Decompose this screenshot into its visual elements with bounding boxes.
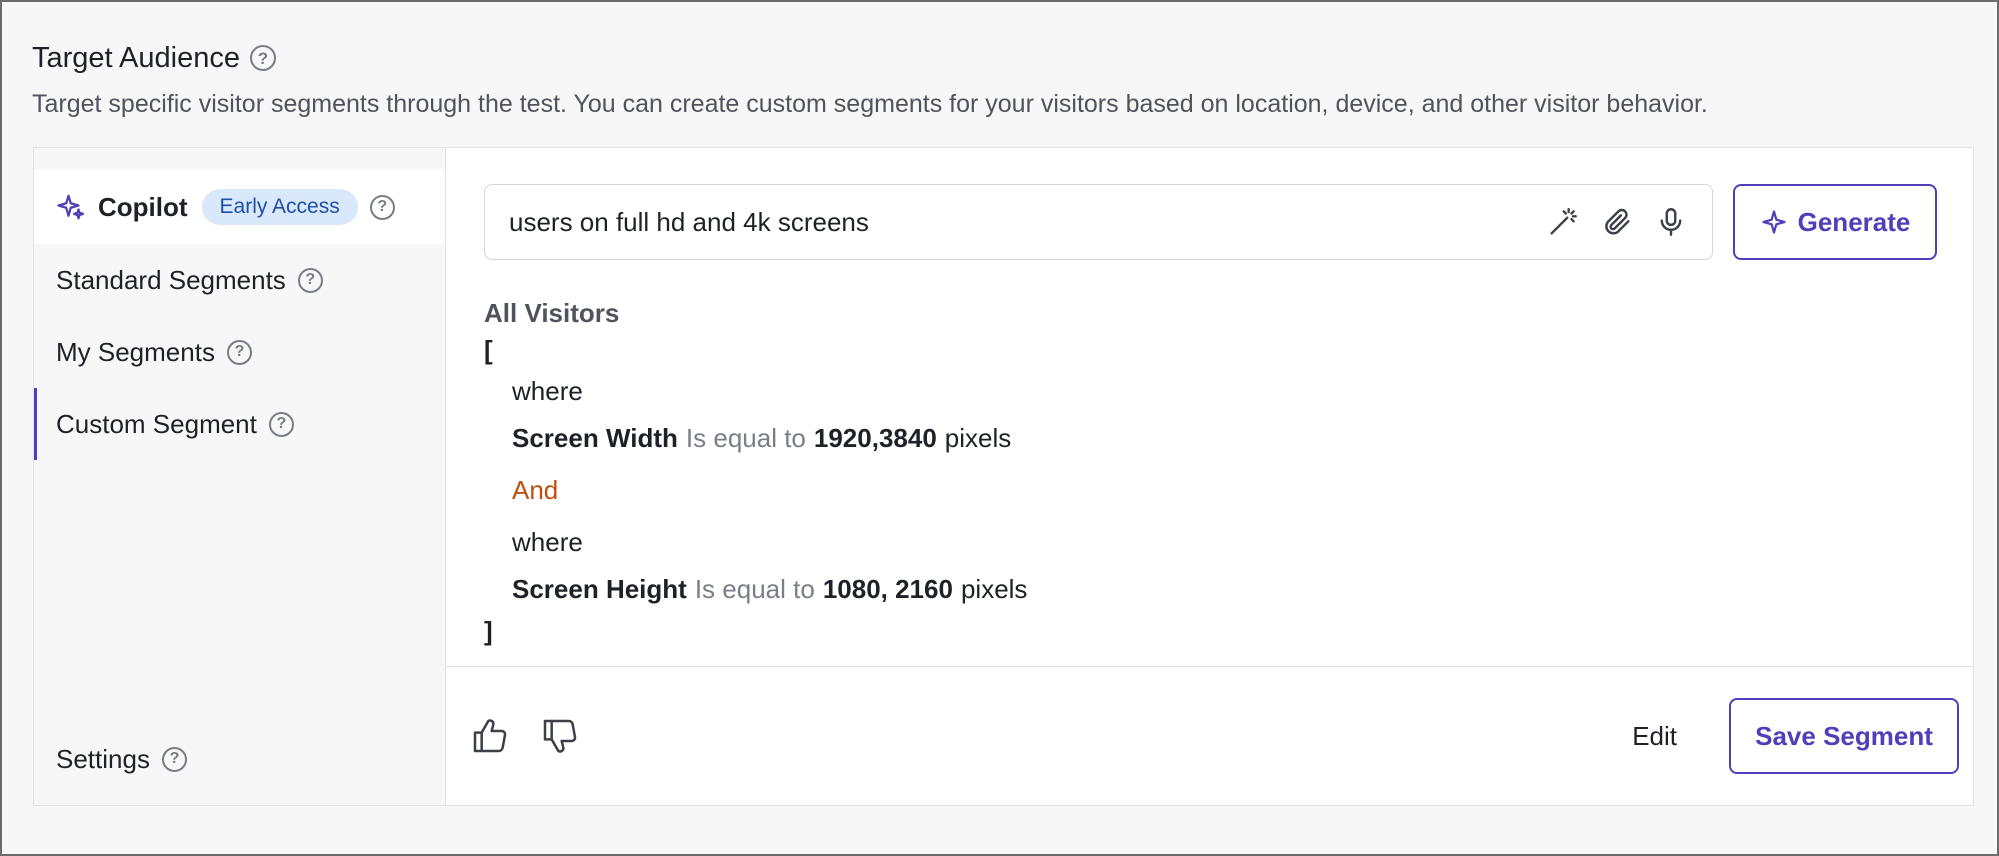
- generate-button[interactable]: Generate: [1733, 184, 1937, 260]
- sparkles-icon: [57, 194, 84, 220]
- audience-panel: Copilot Early Access ? Standard Segments…: [33, 147, 1974, 806]
- sidebar: Copilot Early Access ? Standard Segments…: [34, 148, 446, 805]
- sparkle-icon: [1762, 210, 1786, 234]
- sidebar-item-label: Standard Segments: [56, 264, 286, 295]
- condition-value: 1080, 2160: [822, 574, 953, 604]
- segment-title: All Visitors: [484, 298, 620, 328]
- window-frame: Target Audience ? Target specific visito…: [0, 0, 1999, 856]
- prompt-input[interactable]: [509, 206, 1546, 238]
- early-access-badge: Early Access: [201, 189, 358, 225]
- help-icon[interactable]: ?: [161, 746, 187, 772]
- sidebar-item-label: My Segments: [56, 336, 215, 367]
- condition-row: Screen Height Is equal to 1080, 2160 pix…: [484, 566, 1027, 613]
- condition-field: Screen Height: [512, 574, 687, 604]
- section-description: Target specific visitor segments through…: [32, 90, 1708, 118]
- thumbs-down-icon[interactable]: [540, 716, 580, 756]
- help-icon[interactable]: ?: [226, 339, 252, 365]
- where-keyword: where: [512, 376, 583, 406]
- sidebar-item-standard-segments[interactable]: Standard Segments ?: [34, 244, 445, 316]
- help-icon[interactable]: ?: [268, 411, 294, 437]
- joiner-row: And: [484, 462, 1027, 519]
- generate-button-label: Generate: [1797, 206, 1911, 237]
- sidebar-item-label: Custom Segment: [56, 408, 257, 439]
- prompt-box: [484, 184, 1713, 260]
- paperclip-icon[interactable]: [1600, 205, 1634, 239]
- segment-definition: All Visitors [ where Screen Width Is equ…: [484, 298, 1027, 649]
- condition-keyword: where: [484, 519, 1027, 566]
- help-icon[interactable]: ?: [297, 267, 323, 293]
- condition-value: 1920,3840: [813, 423, 937, 453]
- and-joiner: And: [512, 475, 559, 505]
- sidebar-item-my-segments[interactable]: My Segments ?: [34, 316, 445, 388]
- sidebar-item-custom-segment[interactable]: Custom Segment ?: [34, 388, 445, 460]
- sidebar-item-copilot[interactable]: Copilot Early Access ?: [34, 170, 445, 244]
- section-header: Target Audience ? Target specific visito…: [32, 38, 1967, 119]
- sidebar-item-label: Settings: [56, 743, 150, 774]
- magic-wand-icon[interactable]: [1546, 205, 1580, 239]
- close-bracket: ]: [484, 616, 493, 646]
- help-icon[interactable]: ?: [369, 194, 395, 220]
- condition-operator: Is equal to: [694, 574, 815, 604]
- condition-row: Screen Width Is equal to 1920,3840 pixel…: [484, 415, 1027, 462]
- condition-unit: pixels: [960, 574, 1028, 604]
- prompt-row: Generate: [484, 184, 1937, 260]
- prompt-icons: [1546, 205, 1688, 239]
- microphone-icon[interactable]: [1654, 205, 1688, 239]
- where-keyword: where: [512, 527, 583, 557]
- title-row: Target Audience ?: [32, 38, 1967, 78]
- sidebar-item-label: Copilot: [98, 191, 188, 222]
- condition-operator: Is equal to: [685, 423, 806, 453]
- save-segment-button[interactable]: Save Segment: [1729, 698, 1959, 774]
- feedback-buttons: [470, 716, 580, 756]
- help-icon[interactable]: ?: [249, 45, 276, 71]
- action-footer: Edit Save Segment: [446, 666, 1973, 805]
- condition-keyword: where: [484, 368, 1027, 415]
- main-content: Generate All Visitors [ where Screen Wid…: [446, 148, 1973, 805]
- condition-unit: pixels: [944, 423, 1012, 453]
- open-bracket: [: [484, 335, 493, 365]
- section-title: Target Audience: [32, 41, 240, 74]
- condition-field: Screen Width: [512, 423, 678, 453]
- thumbs-up-icon[interactable]: [470, 716, 510, 756]
- edit-button[interactable]: Edit: [1632, 721, 1677, 752]
- sidebar-item-settings[interactable]: Settings ?: [34, 723, 445, 795]
